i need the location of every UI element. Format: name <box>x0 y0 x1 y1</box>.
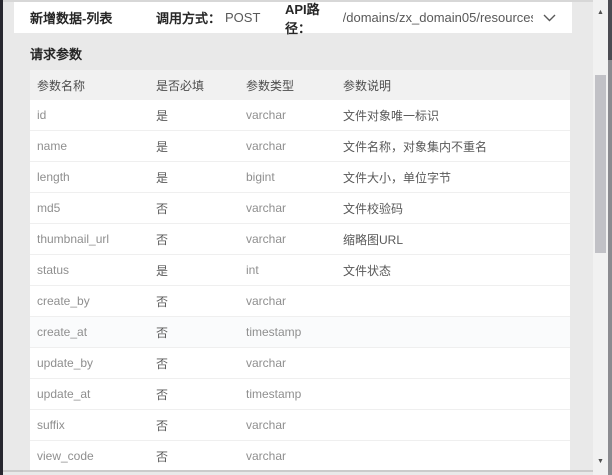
param-type-cell: varchar <box>246 449 343 463</box>
path-value: /domains/zx_domain05/resources/s... <box>343 10 533 25</box>
scroll-up-button[interactable]: ▲ <box>593 4 608 20</box>
table-row[interactable]: view_code 否 varchar <box>30 441 570 472</box>
param-required-cell: 否 <box>156 293 246 310</box>
table-row[interactable]: length 是 bigint 文件大小，单位字节 <box>30 162 570 193</box>
param-required-cell: 是 <box>156 169 246 186</box>
section-title: 请求参数 <box>30 44 82 63</box>
param-desc-cell: 文件状态 <box>343 262 570 279</box>
table-row[interactable]: md5 否 varchar 文件校验码 <box>30 193 570 224</box>
param-required-cell: 否 <box>156 231 246 248</box>
window-left-edge <box>0 0 3 475</box>
table-row[interactable]: status 是 int 文件状态 <box>30 255 570 286</box>
api-detail-panel: 新增数据-列表 调用方式： POST API路径： /domains/zx_do… <box>0 0 612 475</box>
param-type-cell: timestamp <box>246 387 343 401</box>
table-header-row: 参数名称 是否必填 参数类型 参数说明 <box>30 70 570 100</box>
param-type-cell: varchar <box>246 294 343 308</box>
param-name-cell: update_at <box>30 387 156 401</box>
window-right-edge <box>608 0 612 475</box>
api-path: API路径： /domains/zx_domain05/resources/s.… <box>285 0 533 37</box>
col-header-required: 是否必填 <box>156 77 246 94</box>
param-desc-cell: 文件校验码 <box>343 200 570 217</box>
api-title: 新增数据-列表 <box>30 8 156 27</box>
param-name-cell: create_at <box>30 325 156 339</box>
table-row[interactable]: thumbnail_url 否 varchar 缩略图URL <box>30 224 570 255</box>
param-required-cell: 否 <box>156 355 246 372</box>
col-header-param-name: 参数名称 <box>30 77 156 94</box>
param-name-cell: thumbnail_url <box>30 232 156 246</box>
param-required-cell: 否 <box>156 200 246 217</box>
param-required-cell: 否 <box>156 448 246 465</box>
param-name-cell: md5 <box>30 201 156 215</box>
table-row[interactable]: name 是 varchar 文件名称，对象集内不重名 <box>30 131 570 162</box>
chevron-down-icon[interactable] <box>543 14 556 22</box>
path-label: API路径： <box>285 0 339 37</box>
param-required-cell: 是 <box>156 107 246 124</box>
param-desc-cell: 缩略图URL <box>343 231 570 248</box>
vertical-scrollbar[interactable]: ▲ ▼ <box>593 0 608 475</box>
table-body: id 是 varchar 文件对象唯一标识 name 是 varchar 文件名… <box>30 100 570 472</box>
param-name-cell: name <box>30 139 156 153</box>
param-name-cell: create_by <box>30 294 156 308</box>
params-table: 参数名称 是否必填 参数类型 参数说明 id 是 varchar 文件对象唯一标… <box>30 70 570 472</box>
param-type-cell: varchar <box>246 139 343 153</box>
param-type-cell: varchar <box>246 232 343 246</box>
param-desc-cell: 文件对象唯一标识 <box>343 107 570 124</box>
scroll-down-button[interactable]: ▼ <box>593 453 608 469</box>
table-row[interactable]: update_by 否 varchar <box>30 348 570 379</box>
param-required-cell: 是 <box>156 138 246 155</box>
param-required-cell: 否 <box>156 386 246 403</box>
param-type-cell: varchar <box>246 356 343 370</box>
param-name-cell: suffix <box>30 418 156 432</box>
param-required-cell: 是 <box>156 262 246 279</box>
method-value: POST <box>225 10 260 25</box>
param-required-cell: 否 <box>156 324 246 341</box>
window-bottom-edge <box>3 470 593 472</box>
param-type-cell: varchar <box>246 418 343 432</box>
param-required-cell: 否 <box>156 417 246 434</box>
call-method: 调用方式： POST <box>156 8 285 27</box>
param-desc-cell: 文件大小，单位字节 <box>343 169 570 186</box>
param-type-cell: bigint <box>246 170 343 184</box>
param-type-cell: int <box>246 263 343 277</box>
table-row[interactable]: id 是 varchar 文件对象唯一标识 <box>30 100 570 131</box>
param-name-cell: view_code <box>30 449 156 463</box>
table-row[interactable]: suffix 否 varchar <box>30 410 570 441</box>
table-row[interactable]: create_at 否 timestamp <box>30 317 570 348</box>
method-label: 调用方式： <box>156 8 221 27</box>
api-header-bar[interactable]: 新增数据-列表 调用方式： POST API路径： /domains/zx_do… <box>14 2 572 33</box>
param-desc-cell: 文件名称，对象集内不重名 <box>343 138 570 155</box>
param-type-cell: varchar <box>246 201 343 215</box>
param-name-cell: update_by <box>30 356 156 370</box>
param-type-cell: timestamp <box>246 325 343 339</box>
table-row[interactable]: create_by 否 varchar <box>30 286 570 317</box>
col-header-description: 参数说明 <box>343 77 570 94</box>
col-header-type: 参数类型 <box>246 77 343 94</box>
param-name-cell: length <box>30 170 156 184</box>
param-name-cell: status <box>30 263 156 277</box>
param-type-cell: varchar <box>246 108 343 122</box>
table-row[interactable]: update_at 否 timestamp <box>30 379 570 410</box>
scrollbar-thumb[interactable] <box>595 75 606 253</box>
param-name-cell: id <box>30 108 156 122</box>
